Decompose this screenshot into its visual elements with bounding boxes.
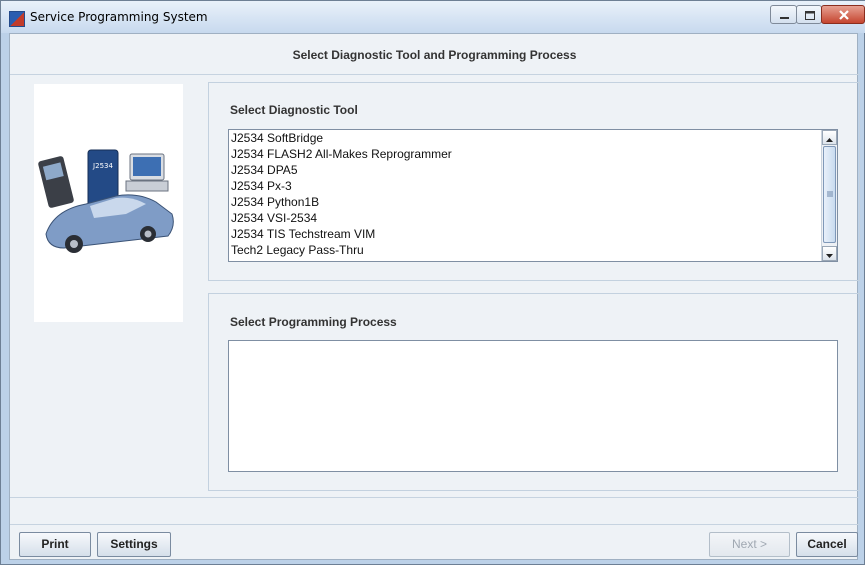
programming-process-group: Select Programming Process bbox=[208, 293, 860, 491]
list-item[interactable]: J2534 DPA5 bbox=[229, 162, 837, 178]
diagnostic-tool-group: Select Diagnostic Tool J2534 SoftBridge … bbox=[208, 82, 860, 281]
device-label: J2534 bbox=[92, 162, 113, 170]
application-window: Service Programming System Select Diagno… bbox=[0, 0, 865, 565]
scroll-thumb[interactable] bbox=[823, 146, 836, 243]
diagnostic-illustration: J2534 bbox=[34, 84, 183, 322]
programming-process-list[interactable] bbox=[228, 340, 838, 472]
arrow-down-icon bbox=[826, 254, 833, 258]
close-icon bbox=[839, 10, 849, 20]
diagnostic-tool-list[interactable]: J2534 SoftBridge J2534 FLASH2 All-Makes … bbox=[228, 129, 838, 262]
car-and-tools-image: J2534 bbox=[38, 149, 174, 253]
cancel-button[interactable]: Cancel bbox=[796, 532, 858, 557]
minimize-icon bbox=[780, 17, 789, 19]
list-item[interactable]: J2534 VSI-2534 bbox=[229, 210, 837, 226]
grip-icon bbox=[827, 191, 833, 197]
list-item[interactable]: J2534 Python1B bbox=[229, 194, 837, 210]
programming-process-label: Select Programming Process bbox=[230, 315, 397, 329]
arrow-up-icon bbox=[826, 138, 833, 142]
next-button[interactable]: Next > bbox=[709, 532, 790, 557]
status-divider bbox=[10, 497, 859, 498]
window-title: Service Programming System bbox=[30, 10, 208, 24]
list-item[interactable]: Tech2 Legacy Pass-Thru bbox=[229, 242, 837, 258]
title-bar[interactable]: Service Programming System bbox=[1, 1, 865, 33]
maximize-icon bbox=[805, 11, 815, 20]
diagnostic-tool-label: Select Diagnostic Tool bbox=[230, 103, 358, 117]
app-icon bbox=[9, 11, 25, 27]
client-area: Select Diagnostic Tool and Programming P… bbox=[9, 33, 860, 560]
print-button[interactable]: Print bbox=[19, 532, 91, 557]
close-button[interactable] bbox=[821, 5, 865, 24]
settings-button[interactable]: Settings bbox=[97, 532, 171, 557]
list-item[interactable]: J2534 Px-3 bbox=[229, 178, 837, 194]
list-scrollbar[interactable] bbox=[821, 130, 837, 261]
scroll-down-button[interactable] bbox=[822, 246, 837, 261]
button-bar-divider bbox=[10, 524, 859, 525]
minimize-button[interactable] bbox=[770, 5, 797, 24]
list-item[interactable]: J2534 TIS Techstream VIM bbox=[229, 226, 837, 242]
scroll-up-button[interactable] bbox=[822, 130, 837, 145]
maximize-button[interactable] bbox=[796, 5, 822, 24]
header-divider bbox=[10, 74, 859, 75]
page-title: Select Diagnostic Tool and Programming P… bbox=[292, 48, 577, 62]
list-item[interactable]: J2534 SoftBridge bbox=[229, 130, 837, 146]
list-item[interactable]: J2534 FLASH2 All-Makes Reprogrammer bbox=[229, 146, 837, 162]
